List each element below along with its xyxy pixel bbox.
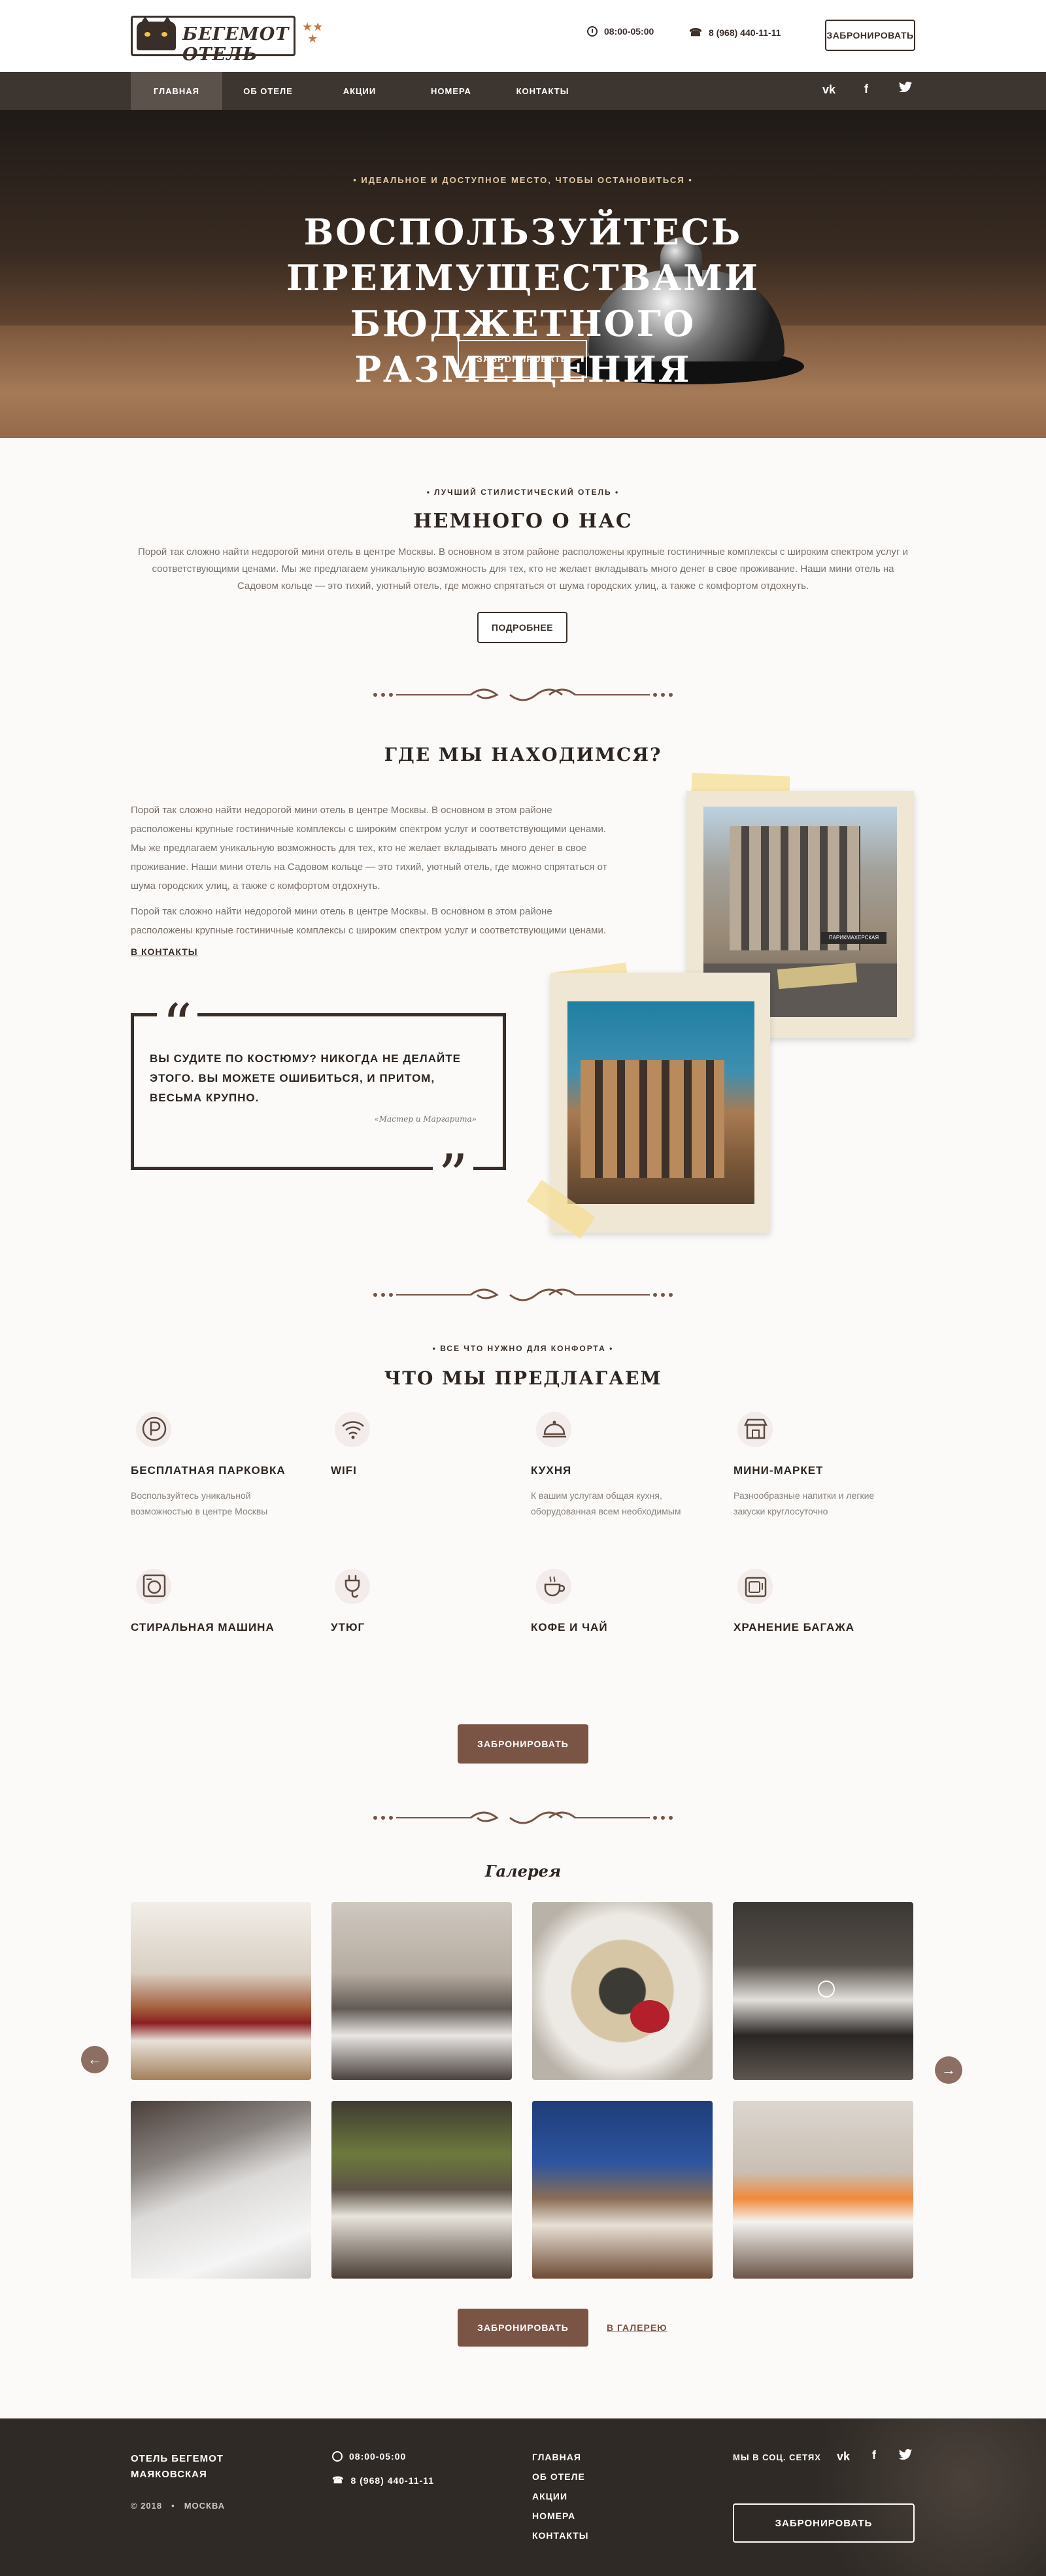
hours-text: 08:00-05:00 <box>604 26 654 37</box>
shop-icon <box>737 1412 773 1447</box>
copyright: © 2018 <box>131 2501 163 2511</box>
gallery-image-bathroom[interactable] <box>131 2101 311 2279</box>
parking-icon <box>136 1412 171 1447</box>
open-quote-icon: “ <box>157 997 198 1056</box>
feature-title: КУХНЯ <box>531 1464 572 1477</box>
nav-item-rooms[interactable]: НОМЕРА <box>405 72 497 110</box>
gallery-image-room-twin[interactable] <box>331 1902 512 2080</box>
facebook-icon[interactable]: f <box>872 2449 876 2462</box>
feature-title: ХРАНЕНИЕ БАГАЖА <box>734 1621 854 1633</box>
about-more-button[interactable]: ПОДРОБНЕЕ <box>477 612 567 643</box>
gallery-image-room-red[interactable] <box>131 1902 311 2080</box>
location-title: ГДЕ МЫ НАХОДИМСЯ? <box>384 744 662 765</box>
gallery-prev-arrow-icon[interactable]: ← <box>81 2046 109 2073</box>
header-book-button[interactable]: ЗАБРОНИРОВАТЬ <box>825 20 915 51</box>
features-kicker: • ВСЕ ЧТО НУЖНО ДЛЯ КОНФОРТА • <box>432 1344 614 1353</box>
logo-text: БЕГЕМОТ ОТЕЛЬ <box>182 24 290 65</box>
gallery-next-arrow-icon[interactable]: → <box>935 2056 962 2084</box>
close-quote-icon: ” <box>433 1147 474 1206</box>
working-hours: 08:00-05:00 <box>587 26 654 37</box>
footer-nav: ГЛАВНАЯ ОБ ОТЕЛЕ АКЦИИ НОМЕРА КОНТАКТЫ <box>532 2447 588 2545</box>
nav-item-about[interactable]: ОБ ОТЕЛЕ <box>222 72 314 110</box>
footer-meta: © 2018 • МОСКВА <box>131 2501 226 2511</box>
nav-item-home[interactable]: ГЛАВНАЯ <box>131 72 222 110</box>
footer-book-button[interactable]: ЗАБРОНИРОВАТЬ <box>733 2503 915 2543</box>
location-paragraph-2: Порой так сложно найти недорогой мини от… <box>131 906 607 936</box>
hotel-logo[interactable]: БЕГЕМОТ ОТЕЛЬ <box>131 16 295 65</box>
feature-text: К вашим услугам общая кухня, оборудованн… <box>531 1490 681 1516</box>
hero-book-button[interactable]: ЗАБРОНИРОВАТЬ <box>458 340 587 378</box>
main-nav: ГЛАВНАЯ ОБ ОТЕЛЕ АКЦИИ НОМЕРА КОНТАКТЫ v… <box>0 72 1046 110</box>
twitter-icon[interactable] <box>898 81 913 97</box>
header-phone[interactable]: ☎ 8 (968) 440-11-11 <box>689 26 781 39</box>
old-building-image <box>567 1001 754 1204</box>
zoom-icon[interactable] <box>818 1981 835 1998</box>
feature-title: УТЮГ <box>331 1621 365 1633</box>
about-kicker: • ЛУЧШИЙ СТИЛИСТИЧЕСКИЙ ОТЕЛЬ • <box>426 488 620 497</box>
phone-icon: ☎ <box>332 2475 345 2485</box>
footer-link-promo[interactable]: АКЦИИ <box>532 2486 588 2506</box>
feature-text: Разнообразные напитки и легкие закуски к… <box>734 1490 875 1516</box>
cat-logo-icon <box>137 16 176 50</box>
footer-link-home[interactable]: ГЛАВНАЯ <box>532 2447 588 2467</box>
clock-icon <box>332 2451 343 2462</box>
ornament-divider <box>373 1811 673 1824</box>
ornament-divider <box>373 1288 673 1301</box>
feature-title: БЕСПЛАТНАЯ ПАРКОВКА <box>131 1464 286 1477</box>
footer-link-rooms[interactable]: НОМЕРА <box>532 2506 588 2526</box>
about-title: НЕМНОГО О НАС <box>413 510 633 533</box>
twitter-icon[interactable] <box>898 2449 913 2465</box>
location-paragraph-1: Порой так сложно найти недорогой мини от… <box>131 805 607 892</box>
rating-stars: ★★ ★ <box>302 20 324 45</box>
footer-link-contacts[interactable]: КОНТАКТЫ <box>532 2526 588 2545</box>
ornament-divider <box>373 688 673 701</box>
footer-hours: 08:00-05:00 <box>332 2451 406 2462</box>
phone-text: 8 (968) 440-11-11 <box>708 27 781 38</box>
gallery-image-room-green[interactable] <box>331 2101 512 2279</box>
old-building-photo <box>550 973 770 1233</box>
features-title: ЧТО МЫ ПРЕДЛАГАЕМ <box>384 1367 662 1389</box>
plug-icon <box>335 1569 370 1604</box>
facebook-icon[interactable]: f <box>864 82 868 96</box>
footer-phone[interactable]: ☎ 8 (968) 440-11-11 <box>332 2475 434 2486</box>
feature-title: КОФЕ И ЧАЙ <box>531 1621 608 1633</box>
vk-icon[interactable]: vk <box>837 2450 850 2464</box>
gallery-book-button[interactable]: ЗАБРОНИРОВАТЬ <box>458 2309 588 2347</box>
hero-subtitle: • ИДЕАЛЬНОЕ И ДОСТУПНОЕ МЕСТО, ЧТОБЫ ОСТ… <box>353 175 693 185</box>
coffee-icon <box>536 1569 571 1604</box>
social-label: МЫ В СОЦ. СЕТЯХ <box>733 2452 821 2462</box>
gallery-image-room-dark[interactable] <box>733 1902 913 2080</box>
wifi-icon <box>335 1412 370 1447</box>
feature-title: WIFI <box>331 1464 357 1477</box>
quote-author: «Мастер и Маргарита» <box>374 1114 477 1124</box>
contacts-link[interactable]: В КОНТАКТЫ <box>131 946 197 957</box>
gallery-title: Галерея <box>484 1862 562 1881</box>
city: МОСКВА <box>184 2501 226 2511</box>
feature-title: СТИРАЛЬНАЯ МАШИНА <box>131 1621 275 1633</box>
gallery-link[interactable]: В ГАЛЕРЕЮ <box>607 2322 667 2333</box>
cloche-icon <box>536 1412 571 1447</box>
quote-text: ВЫ СУДИТЕ ПО КОСТЮМУ? НИКОГДА НЕ ДЕЛАЙТЕ… <box>150 1052 461 1104</box>
gallery-image-room-blue[interactable] <box>532 2101 713 2279</box>
luggage-icon <box>737 1569 773 1604</box>
gallery-image-room-orange[interactable] <box>733 2101 913 2279</box>
top-bar: БЕГЕМОТ ОТЕЛЬ ★★ ★ 08:00-05:00 ☎ 8 (968)… <box>0 0 1046 72</box>
nav-item-promo[interactable]: АКЦИИ <box>314 72 405 110</box>
footer: ОТЕЛЬ БЕГЕМОТ МАЯКОВСКАЯ © 2018 • МОСКВА… <box>0 2418 1046 2576</box>
storefront-sign: ПАРИКМАХЕРСКАЯ <box>821 932 886 944</box>
footer-brand: ОТЕЛЬ БЕГЕМОТ МАЯКОВСКАЯ <box>131 2453 224 2480</box>
cat-background-image <box>771 2418 1046 2576</box>
about-text: Порой так сложно найти недорогой мини от… <box>138 546 908 592</box>
vk-icon[interactable]: vk <box>822 83 835 97</box>
footer-link-about[interactable]: ОБ ОТЕЛЕ <box>532 2467 588 2486</box>
features-book-button[interactable]: ЗАБРОНИРОВАТЬ <box>458 1724 588 1764</box>
gallery-image-food-plate[interactable] <box>532 1902 713 2080</box>
feature-title: МИНИ-МАРКЕТ <box>734 1464 824 1477</box>
washing-machine-icon <box>136 1569 171 1604</box>
nav-item-contacts[interactable]: КОНТАКТЫ <box>497 72 588 110</box>
feature-text: Воспользуйтесь уникальной возможностью в… <box>131 1490 268 1516</box>
clock-icon <box>587 26 598 37</box>
phone-icon: ☎ <box>689 27 702 39</box>
